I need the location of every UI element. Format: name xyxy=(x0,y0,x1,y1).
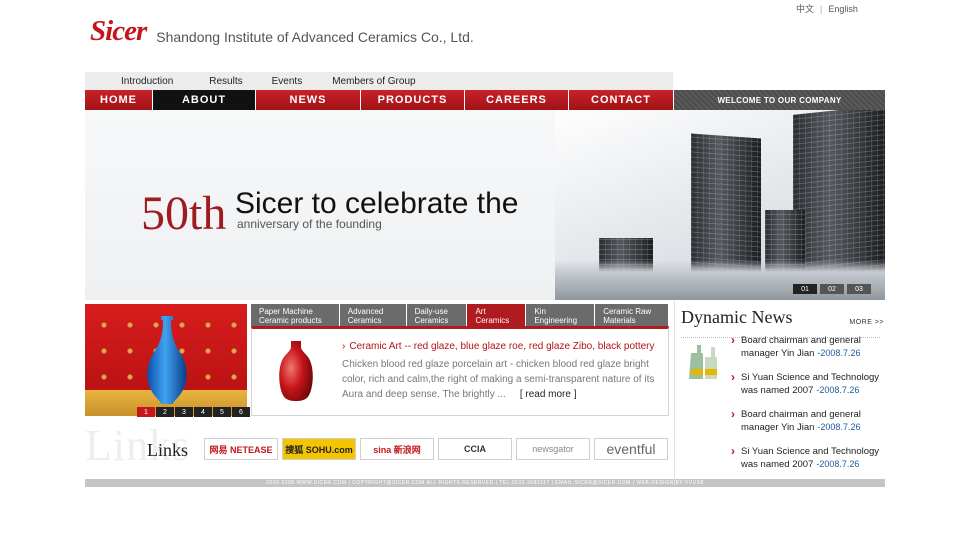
welcome-banner: WELCOME TO OUR COMPANY xyxy=(674,90,885,110)
tab-advanced-ceramics[interactable]: Advanced Ceramics xyxy=(339,304,406,326)
tab-paper-machine[interactable]: Paper Machine Ceramic products xyxy=(251,304,339,326)
dynamic-news-panel: Dynamic News MORE >> Board chairman and … xyxy=(674,301,886,485)
news-title: Dynamic News xyxy=(681,307,793,327)
hero-banner: 50th Sicer to celebrate the anniversary … xyxy=(85,110,885,300)
news-item[interactable]: Si Yuan Science and Technology was named… xyxy=(731,371,887,397)
links-title: Links xyxy=(147,440,189,460)
news-more-link[interactable]: MORE >> xyxy=(849,319,884,326)
showcase-page-4[interactable]: 4 xyxy=(194,407,212,417)
showcase-page-3[interactable]: 3 xyxy=(175,407,193,417)
nav-news[interactable]: NEWS xyxy=(256,90,361,110)
link-sohu[interactable]: 搜狐 SOHU.com xyxy=(282,438,356,460)
bottles-icon xyxy=(689,345,717,379)
product-showcase-image[interactable] xyxy=(85,304,247,416)
tab-content-title[interactable]: › Ceramic Art -- red glaze, blue glaze ro… xyxy=(342,341,655,352)
read-more-link[interactable]: [ read more ] xyxy=(520,389,577,400)
showcase-page-6[interactable]: 6 xyxy=(232,407,250,417)
subnav-events[interactable]: Events xyxy=(272,76,303,87)
tab-content-description: Chicken blood red glaze porcelain art - … xyxy=(342,359,655,400)
showcase-pager: 1 2 3 4 5 6 xyxy=(137,407,250,417)
lang-separator: | xyxy=(820,3,823,14)
nav-about[interactable]: ABOUT xyxy=(153,90,256,110)
banner-headline: Sicer to celebrate the xyxy=(235,187,519,220)
banner-page-1[interactable]: 01 xyxy=(793,284,817,294)
news-item[interactable]: Si Yuan Science and Technology was named… xyxy=(731,445,887,471)
news-list: Board chairman and general manager Yin J… xyxy=(731,334,887,483)
partner-links: 网易 NETEASE 搜狐 SOHU.com sina 新浪网 CCIA new… xyxy=(204,438,668,460)
city-skyline xyxy=(555,260,885,300)
language-switch: 中文 | English xyxy=(796,2,858,15)
tab-content-panel: › Ceramic Art -- red glaze, blue glaze ro… xyxy=(251,326,669,416)
banner-pager: 01 02 03 xyxy=(793,284,871,294)
subnav-members-of-group[interactable]: Members of Group xyxy=(332,76,415,87)
blue-vase-icon xyxy=(147,316,187,404)
arrow-right-icon: › xyxy=(342,341,346,352)
tab-ceramic-raw-materials[interactable]: Ceramic Raw Materials xyxy=(595,304,668,326)
company-name: Shandong Institute of Advanced Ceramics … xyxy=(156,29,474,45)
banner-page-3[interactable]: 03 xyxy=(847,284,871,294)
tab-daily-use-ceramics[interactable]: Daily-use Ceramics xyxy=(406,304,467,326)
sub-navigation: Introduction Results Events Members of G… xyxy=(85,72,673,90)
logo-mark: Sicer xyxy=(90,15,147,47)
nav-contact[interactable]: CONTACT xyxy=(569,90,674,110)
nav-home[interactable]: HOME xyxy=(85,90,153,110)
link-netease[interactable]: 网易 NETEASE xyxy=(204,438,278,460)
banner-page-2[interactable]: 02 xyxy=(820,284,844,294)
tab-art-ceramics[interactable]: Art Ceramics xyxy=(467,304,526,326)
link-eventful[interactable]: eventful xyxy=(594,438,668,460)
subnav-results[interactable]: Results xyxy=(209,76,242,87)
subnav-introduction[interactable]: Introduction xyxy=(121,76,173,87)
site-logo[interactable]: Sicer Shandong Institute of Advanced Cer… xyxy=(90,16,474,46)
nav-careers[interactable]: CAREERS xyxy=(465,90,569,110)
link-ccia[interactable]: CCIA xyxy=(438,438,512,460)
lang-en-link[interactable]: English xyxy=(828,4,858,14)
showcase-page-2[interactable]: 2 xyxy=(156,407,174,417)
red-vase-icon[interactable] xyxy=(272,339,320,403)
nav-products[interactable]: PRODUCTS xyxy=(361,90,465,110)
link-newsgator[interactable]: newsgator xyxy=(516,438,590,460)
main-navigation: HOME ABOUT NEWS PRODUCTS CAREERS CONTACT… xyxy=(85,90,885,110)
link-sina[interactable]: sina 新浪网 xyxy=(360,438,434,460)
tab-kin-engineering[interactable]: Kin Engineering xyxy=(526,304,595,326)
news-item[interactable]: Board chairman and general manager Yin J… xyxy=(731,408,887,434)
banner-subtitle: anniversary of the founding xyxy=(237,217,382,231)
lang-zh-link[interactable]: 中文 xyxy=(796,2,814,15)
product-tabs: Paper Machine Ceramic products Advanced Ce… xyxy=(251,304,669,326)
showcase-page-1[interactable]: 1 xyxy=(137,407,155,417)
showcase-page-5[interactable]: 5 xyxy=(213,407,231,417)
news-item[interactable]: Board chairman and general manager Yin J… xyxy=(731,334,887,360)
banner-anniversary-number: 50th xyxy=(141,187,227,240)
